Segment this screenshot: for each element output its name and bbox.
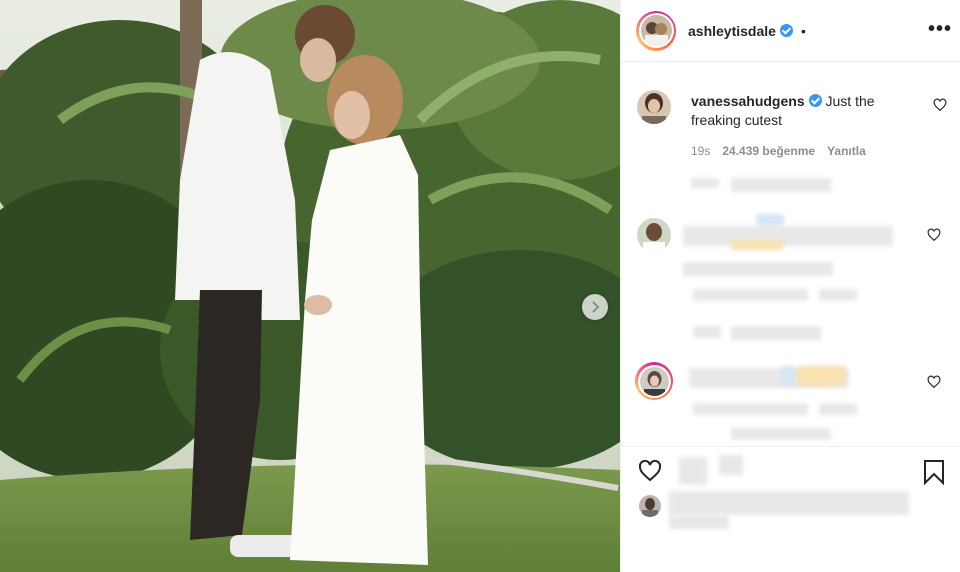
blurred-text [683, 226, 893, 246]
blurred-text [693, 403, 808, 415]
blurred-text [819, 403, 857, 415]
more-options-button[interactable]: ••• [928, 18, 952, 41]
comment-item: vanessahudgens Just the freaking cutest … [637, 90, 947, 170]
blurred-text [693, 289, 808, 301]
heart-icon[interactable] [637, 459, 663, 483]
blurred-text [731, 178, 831, 192]
blurred-text [683, 262, 833, 276]
blurred-text [819, 289, 857, 301]
author-avatar-image [640, 15, 672, 46]
avatar-border [638, 13, 674, 48]
comment-text-block: vanessahudgens Just the freaking cutest [691, 92, 921, 130]
author-avatar[interactable] [636, 10, 676, 51]
blurred-icon [679, 457, 707, 485]
avatar-border [637, 364, 671, 398]
post-header: ashleytisdale • ••• [621, 0, 960, 62]
post-image [0, 0, 620, 572]
author-username[interactable]: ashleytisdale [688, 23, 776, 39]
comment-like-heart-icon[interactable] [933, 98, 947, 112]
next-photo-button[interactable] [582, 294, 608, 320]
commenter-avatar[interactable] [637, 90, 671, 124]
comment-time[interactable]: 19s [691, 144, 710, 158]
blurred-text [731, 428, 831, 440]
blurred-text [691, 178, 719, 188]
comment-like-heart-icon[interactable] [927, 228, 941, 242]
post-actions [621, 446, 960, 572]
blurred-text [731, 240, 783, 250]
commenter-avatar[interactable] [635, 362, 673, 400]
post-photo [0, 0, 620, 572]
blurred-text [731, 326, 821, 340]
header-separator: • [800, 22, 806, 39]
blurred-text [669, 491, 909, 515]
commenter-avatar[interactable] [637, 218, 671, 252]
comment-username[interactable]: vanessahudgens [691, 93, 805, 109]
blurred-text [756, 214, 784, 226]
bookmark-icon[interactable] [923, 459, 945, 485]
blurred-text [669, 515, 729, 529]
comment-meta: 19s 24.439 beğenme Yanıtla [691, 144, 866, 158]
liker-avatar[interactable] [639, 495, 661, 517]
chevron-right-icon [592, 301, 600, 313]
reply-button[interactable]: Yanıtla [827, 144, 866, 158]
comment-likes[interactable]: 24.439 beğenme [722, 144, 815, 158]
verified-badge-icon [808, 94, 822, 107]
post-side-panel: ashleytisdale • ••• vanessahudgens Just … [620, 0, 960, 572]
verified-badge-icon [779, 24, 793, 37]
blurred-icon [719, 455, 743, 475]
blurred-text [781, 366, 795, 386]
blurred-text [797, 366, 845, 386]
blurred-text [693, 326, 721, 338]
comment-like-heart-icon[interactable] [927, 375, 941, 389]
